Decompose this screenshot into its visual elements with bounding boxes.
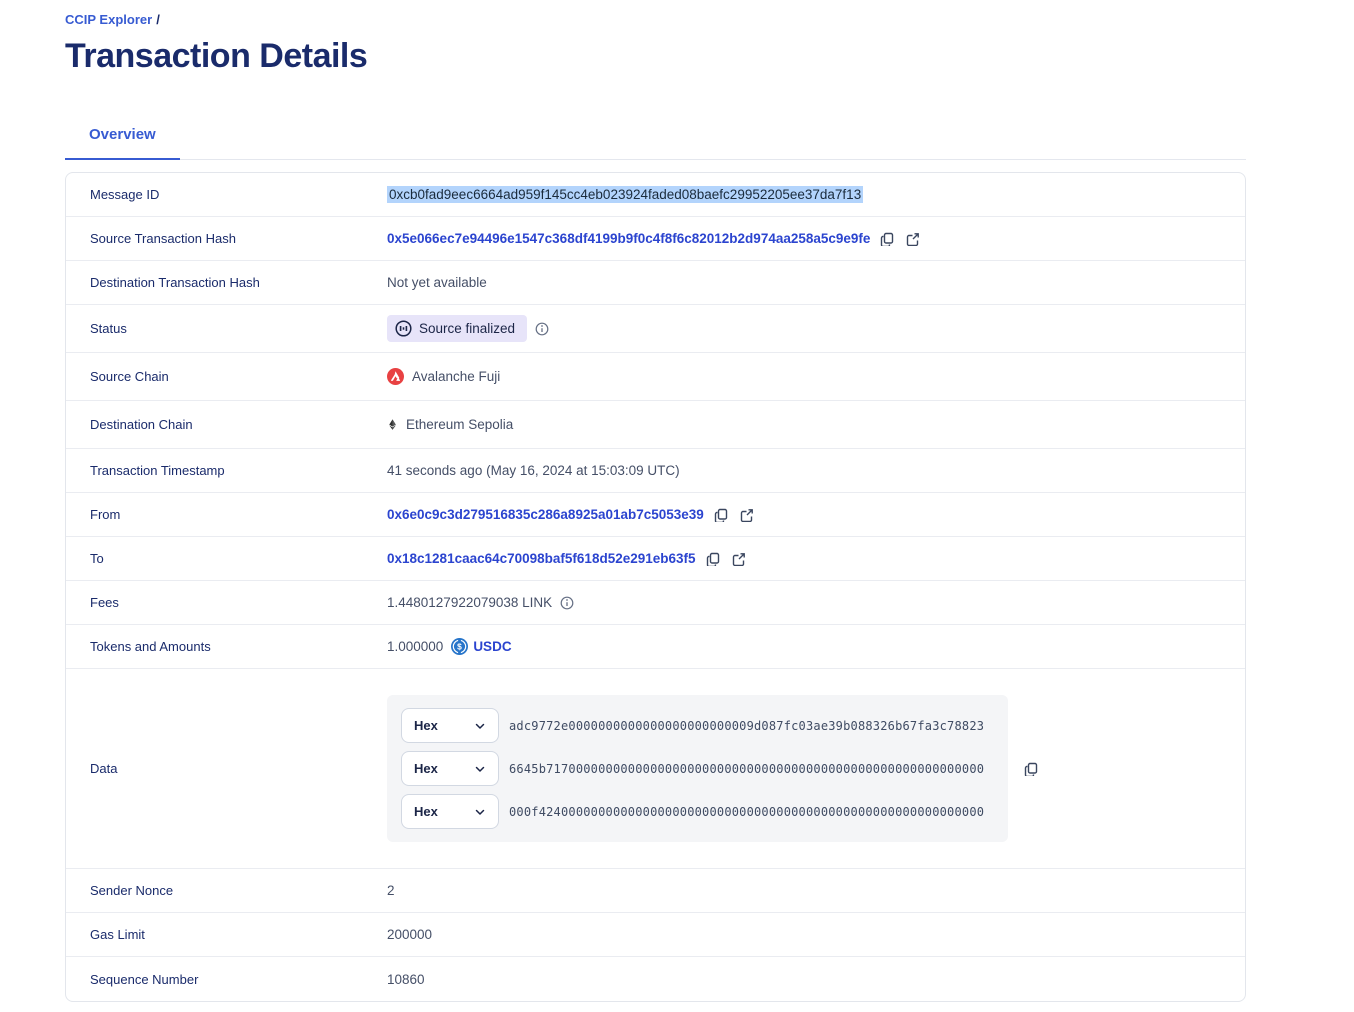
to-address-link[interactable]: 0x18c1281caac64c70098baf5f618d52e291eb63… [387, 551, 696, 566]
chevron-down-icon [474, 763, 486, 775]
table-row-data: Data Hex adc9772e00000000000000000000000… [66, 669, 1245, 869]
chevron-down-icon [474, 806, 486, 818]
table-row-timestamp: Transaction Timestamp 41 seconds ago (Ma… [66, 449, 1245, 493]
external-link-button[interactable] [904, 232, 922, 246]
row-label: To [66, 543, 387, 574]
token-link[interactable]: $ USDC [451, 638, 511, 655]
copy-button[interactable] [712, 508, 730, 522]
data-hex-line: Hex adc9772e0000000000000000000000009d08… [401, 708, 994, 743]
external-link-icon [732, 552, 746, 566]
ethereum-logo-icon [387, 416, 398, 433]
hex-data-value: 6645b71700000000000000000000000000000000… [509, 762, 984, 776]
breadcrumb-ccip-explorer-link[interactable]: CCIP Explorer [65, 12, 152, 27]
info-icon [535, 322, 549, 336]
tab-active-indicator [65, 158, 180, 160]
row-label: Destination Transaction Hash [66, 267, 387, 298]
table-row-tokens: Tokens and Amounts 1.000000 $ USDC [66, 625, 1245, 669]
table-row-destination-chain: Destination Chain Ethereum Sepolia [66, 401, 1245, 449]
hex-format-select[interactable]: Hex [401, 708, 499, 743]
destination-chain-name: Ethereum Sepolia [406, 417, 513, 432]
gas-limit-value: 200000 [387, 927, 432, 942]
table-row-fees: Fees 1.4480127922079038 LINK [66, 581, 1245, 625]
external-link-icon [740, 508, 754, 522]
timestamp-value: 41 seconds ago (May 16, 2024 at 15:03:09… [387, 463, 680, 478]
breadcrumb: CCIP Explorer / [65, 12, 1245, 27]
table-row-source-tx-hash: Source Transaction Hash 0x5e066ec7e94496… [66, 217, 1245, 261]
sequence-number-value: 10860 [387, 972, 425, 987]
copy-data-button[interactable] [1022, 762, 1040, 776]
fees-value: 1.4480127922079038 LINK [387, 595, 552, 610]
tab-overview-label: Overview [89, 126, 156, 143]
transaction-details-page: CCIP Explorer / Transaction Details Overv… [0, 0, 1245, 1002]
source-chain-name: Avalanche Fuji [412, 369, 500, 384]
copy-icon [1024, 762, 1038, 776]
table-row-sequence-number: Sequence Number 10860 [66, 957, 1245, 1001]
table-row-from: From 0x6e0c9c3d279516835c286a8925a01ab7c… [66, 493, 1245, 537]
table-row-source-chain: Source Chain Avalanche Fuji [66, 353, 1245, 401]
destination-tx-hash-value: Not yet available [387, 275, 487, 290]
table-row-gas-limit: Gas Limit 200000 [66, 913, 1245, 957]
data-hex-panel: Hex adc9772e0000000000000000000000009d08… [387, 695, 1008, 842]
hex-format-select[interactable]: Hex [401, 794, 499, 829]
breadcrumb-separator: / [156, 12, 160, 27]
avalanche-logo-icon [387, 368, 404, 385]
table-row-to: To 0x18c1281caac64c70098baf5f618d52e291e… [66, 537, 1245, 581]
row-label: Destination Chain [66, 409, 387, 440]
copy-button[interactable] [878, 232, 896, 246]
table-row-status: Status Source finalized [66, 305, 1245, 353]
svg-text:$: $ [457, 641, 462, 651]
hex-data-value: adc9772e0000000000000000000000009d087fc0… [509, 719, 984, 733]
hex-format-selected: Hex [414, 718, 438, 733]
signal-icon [395, 320, 412, 337]
table-row-message-id: Message ID 0xcb0fad9eec6664ad959f145cc4e… [66, 173, 1245, 217]
data-hex-line: Hex 000f42400000000000000000000000000000… [401, 794, 994, 829]
info-icon [560, 596, 574, 610]
row-label: Fees [66, 587, 387, 618]
hex-format-selected: Hex [414, 804, 438, 819]
status-badge: Source finalized [387, 315, 527, 342]
row-label: Data [66, 753, 387, 784]
fees-info-trigger[interactable] [560, 596, 574, 610]
table-row-sender-nonce: Sender Nonce 2 [66, 869, 1245, 913]
row-label: Source Chain [66, 361, 387, 392]
from-address-link[interactable]: 0x6e0c9c3d279516835c286a8925a01ab7c5053e… [387, 507, 704, 522]
tab-bar: Overview [65, 116, 1246, 160]
sender-nonce-value: 2 [387, 883, 395, 898]
copy-button[interactable] [704, 552, 722, 566]
row-label: Transaction Timestamp [66, 455, 387, 486]
copy-icon [880, 232, 894, 246]
message-id-value: 0xcb0fad9eec6664ad959f145cc4eb023924fade… [387, 186, 863, 203]
copy-icon [706, 552, 720, 566]
row-label: Message ID [66, 179, 387, 210]
token-symbol: USDC [473, 639, 511, 654]
row-label: Source Transaction Hash [66, 223, 387, 254]
hex-format-select[interactable]: Hex [401, 751, 499, 786]
external-link-button[interactable] [738, 508, 756, 522]
data-hex-line: Hex 6645b7170000000000000000000000000000… [401, 751, 994, 786]
row-label: Gas Limit [66, 919, 387, 950]
row-label: Sender Nonce [66, 875, 387, 906]
table-row-destination-tx-hash: Destination Transaction Hash Not yet ava… [66, 261, 1245, 305]
source-tx-hash-link[interactable]: 0x5e066ec7e94496e1547c368df4199b9f0c4f8f… [387, 231, 870, 246]
token-amount: 1.000000 [387, 639, 443, 654]
page-title: Transaction Details [65, 37, 1245, 76]
chevron-down-icon [474, 720, 486, 732]
row-label: Tokens and Amounts [66, 631, 387, 662]
status-info-trigger[interactable] [535, 322, 549, 336]
tab-overview[interactable]: Overview [65, 116, 180, 159]
external-link-icon [906, 232, 920, 246]
status-badge-label: Source finalized [419, 321, 515, 336]
hex-format-selected: Hex [414, 761, 438, 776]
row-label: From [66, 499, 387, 530]
external-link-button[interactable] [730, 552, 748, 566]
row-label: Status [66, 313, 387, 344]
transaction-details-table: Message ID 0xcb0fad9eec6664ad959f145cc4e… [65, 172, 1246, 1002]
row-label: Sequence Number [66, 964, 387, 995]
usdc-logo-icon: $ [451, 638, 468, 655]
copy-icon [714, 508, 728, 522]
hex-data-value: 000f424000000000000000000000000000000000… [509, 805, 984, 819]
